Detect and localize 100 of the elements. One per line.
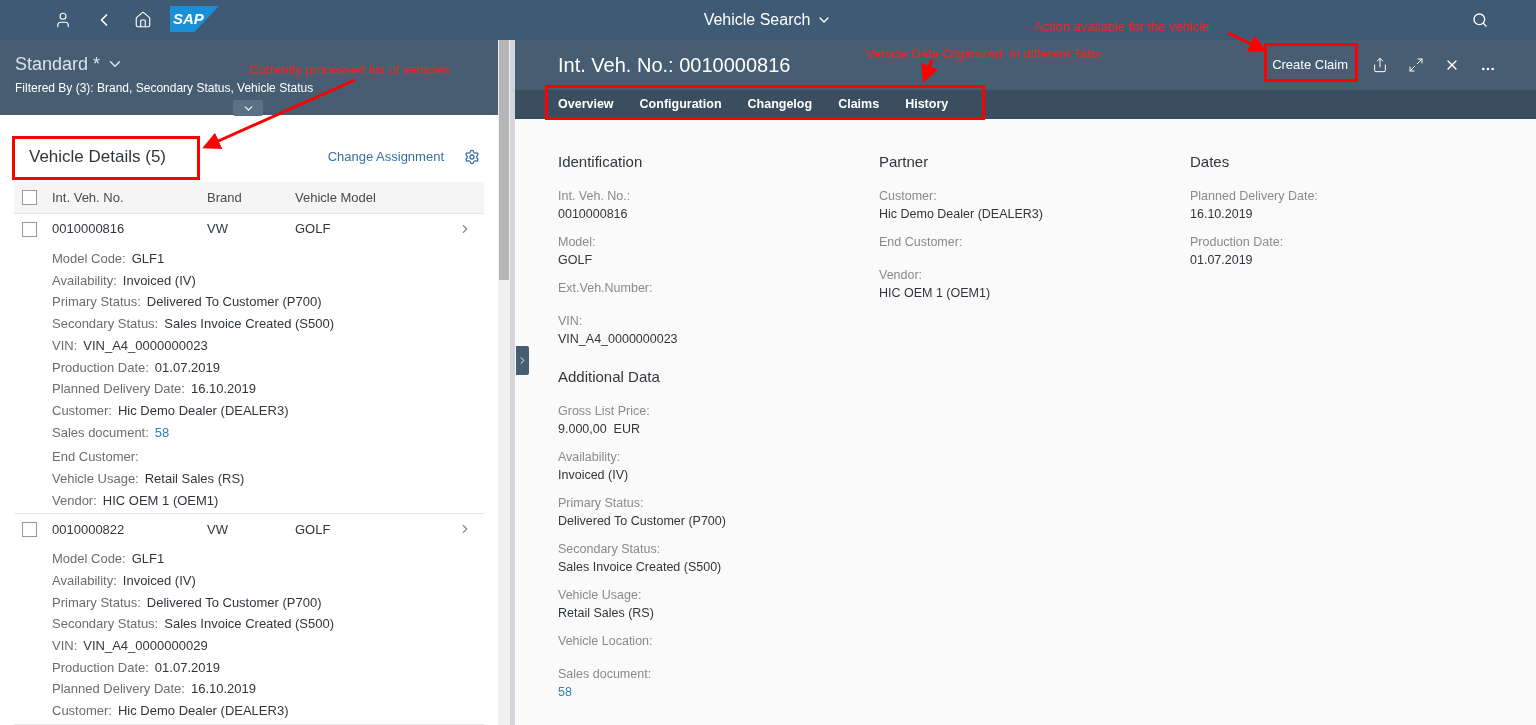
attribute-label: Production Date: xyxy=(52,358,149,377)
attribute-value: 16.10.2019 xyxy=(190,680,257,699)
attribute-label: Customer: xyxy=(52,401,112,420)
section-title: Partner xyxy=(879,152,930,172)
field-label: Vehicle Location: xyxy=(558,633,654,650)
annotation-label: Vehicle Data Organized in different Tabs xyxy=(866,45,1102,63)
tab[interactable]: Configuration xyxy=(639,95,722,114)
tab[interactable]: Changelog xyxy=(747,95,813,114)
attribute-value: Retail Sales (RS) xyxy=(144,469,245,488)
scrollbar[interactable] xyxy=(498,40,510,725)
annotation-arrow xyxy=(921,59,938,83)
field-value: VIN_A4_0000000023 xyxy=(558,331,678,348)
field-value: HIC OEM 1 (OEM1) xyxy=(879,285,991,302)
fullscreen-icon[interactable] xyxy=(1408,57,1424,73)
attribute-value: HIC OEM 1 (OEM1) xyxy=(102,491,219,510)
attribute-link[interactable]: 58 xyxy=(154,422,170,443)
tab[interactable]: History xyxy=(905,95,949,114)
field-label: Model: xyxy=(558,234,597,251)
attribute-label: Model Code: xyxy=(52,550,126,569)
attribute-value: GLF1 xyxy=(131,250,165,269)
attribute-value: Delivered To Customer (P700) xyxy=(146,593,322,612)
attribute-label: End Customer: xyxy=(52,448,139,467)
field-label: Vendor: xyxy=(879,267,924,284)
field-label: Sales document: xyxy=(558,666,653,683)
attribute-label: Model Code: xyxy=(52,250,126,269)
column-header: Vehicle Model xyxy=(295,188,376,207)
annotation-arrow xyxy=(1227,31,1267,52)
field-value: Sales Invoice Created (S500) xyxy=(558,559,722,576)
field-label: Gross List Price: xyxy=(558,403,651,420)
field-label: Planned Delivery Date: xyxy=(1190,188,1319,205)
attribute-label: Customer: xyxy=(52,702,112,721)
attribute-value: GLF1 xyxy=(131,550,165,569)
create-claim-button[interactable]: Create Claim xyxy=(1262,49,1358,81)
field-label: Int. Veh. No.: xyxy=(558,188,632,205)
field-label: End Customer: xyxy=(879,234,964,251)
attribute-value: 01.07.2019 xyxy=(154,358,220,377)
list-title: Vehicle Details (5) xyxy=(29,145,166,168)
row-checkbox[interactable] xyxy=(22,521,37,537)
attribute-label: Primary Status: xyxy=(52,293,141,312)
attribute-value: Sales Invoice Created (S500) xyxy=(164,615,335,634)
attribute-value: Sales Invoice Created (S500) xyxy=(164,315,335,334)
object-title: Int. Veh. No.: 0010000816 xyxy=(558,53,791,78)
column-header: Int. Veh. No. xyxy=(52,188,125,207)
home-icon[interactable] xyxy=(134,11,152,29)
field-value: 9.000,00 EUR xyxy=(558,421,640,438)
field-label: VIN: xyxy=(558,313,584,330)
field-label: Secondary Status: xyxy=(558,541,662,558)
filter-summary: Filtered By (3): Brand, Secondary Status, Vehicle Status xyxy=(15,80,315,97)
change-assignment-link[interactable]: Change Assignment xyxy=(327,146,444,167)
field-label: Vehicle Usage: xyxy=(558,587,643,604)
attribute-label: VIN: xyxy=(52,637,78,656)
tab[interactable]: Overview xyxy=(558,95,614,114)
attribute-label: Vehicle Usage: xyxy=(52,469,139,488)
attribute-value: Hic Demo Dealer (DEALER3) xyxy=(117,702,289,721)
app-title-menu[interactable]: Vehicle Search xyxy=(703,8,833,32)
attribute-label: Sales document: xyxy=(52,423,149,442)
share-icon[interactable] xyxy=(1372,57,1388,73)
attribute-label: Availability: xyxy=(52,572,117,591)
row-checkbox[interactable] xyxy=(22,221,37,237)
section-title: Additional Data xyxy=(558,367,661,387)
attribute-value: Invoiced (IV) xyxy=(122,271,196,290)
field-label: Customer: xyxy=(879,188,938,205)
attribute-label: Secondary Status: xyxy=(52,315,159,334)
settings-icon[interactable] xyxy=(464,148,480,165)
attribute-label: VIN: xyxy=(52,336,78,355)
attribute-value: Delivered To Customer (P700) xyxy=(146,293,322,312)
field-label: Primary Status: xyxy=(558,495,645,512)
user-icon[interactable] xyxy=(54,11,72,29)
attribute-value: 16.10.2019 xyxy=(190,380,257,399)
field-value: Hic Demo Dealer (DEALER3) xyxy=(879,206,1043,223)
sap-logo[interactable]: SAP xyxy=(170,6,219,32)
field-value: 0010000816 xyxy=(558,206,628,223)
attribute-value: 01.07.2019 xyxy=(154,658,220,677)
attribute-value: Hic Demo Dealer (DEALER3) xyxy=(117,401,289,420)
attribute-label: Secondary Status: xyxy=(52,615,159,634)
select-all-checkbox[interactable] xyxy=(22,190,37,205)
vehicle-number: 0010000816 xyxy=(52,220,126,239)
collapse-header-button[interactable] xyxy=(233,100,263,116)
vehicle-model: GOLF xyxy=(295,520,331,539)
search-icon[interactable] xyxy=(1472,12,1488,28)
attribute-label: Vendor: xyxy=(52,491,97,510)
field-value: Delivered To Customer (P700) xyxy=(558,513,726,530)
field-value: 01.07.2019 xyxy=(1190,252,1253,269)
variant-selector[interactable]: Standard * xyxy=(15,52,125,76)
field-label: Ext.Veh.Number: xyxy=(558,280,654,297)
brand: VW xyxy=(207,220,229,239)
attribute-label: Primary Status: xyxy=(52,593,141,612)
field-value: 16.10.2019 xyxy=(1190,206,1253,223)
attribute-value: VIN_A4_0000000029 xyxy=(83,637,208,656)
attribute-label: Planned Delivery Date: xyxy=(52,680,185,699)
tab[interactable]: Claims xyxy=(838,95,880,114)
vehicle-number: 0010000822 xyxy=(52,520,126,539)
field-link[interactable]: 58 xyxy=(558,683,572,701)
brand: VW xyxy=(207,520,229,539)
field-label: Availability: xyxy=(558,449,622,466)
section-title: Dates xyxy=(1190,152,1231,172)
field-label: Production Date: xyxy=(1190,234,1285,251)
field-value: Retail Sales (RS) xyxy=(558,605,654,622)
field-value: Invoiced (IV) xyxy=(558,467,629,484)
attribute-label: Planned Delivery Date: xyxy=(52,380,185,399)
